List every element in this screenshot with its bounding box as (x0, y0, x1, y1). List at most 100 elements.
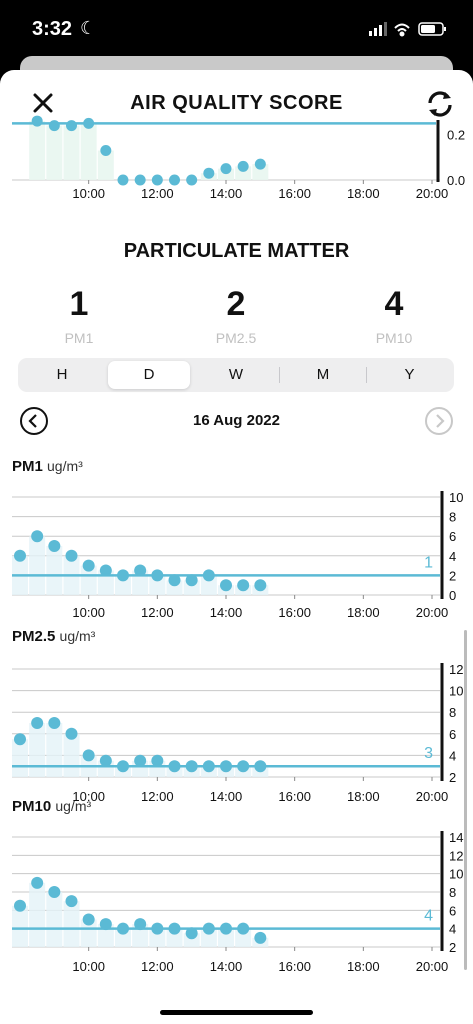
pm10-summary: 4 PM10 (334, 285, 454, 346)
data-bar (46, 546, 63, 595)
chart-title-name: PM2.5 (12, 628, 56, 645)
x-tick-label: 10:00 (72, 959, 105, 974)
data-point (254, 158, 266, 170)
data-point (220, 579, 232, 592)
y-tick-label: 0 (449, 588, 456, 603)
data-point (82, 559, 95, 572)
data-bar (63, 125, 80, 180)
pm1-chart-title: PM1 ug/m³ (12, 458, 83, 475)
x-tick-label: 18:00 (347, 605, 380, 620)
data-point (220, 163, 232, 175)
data-bar (46, 892, 63, 947)
y-tick-label: 10 (449, 684, 463, 699)
pm1-label: PM1 (64, 330, 94, 346)
x-tick-label: 16:00 (278, 605, 311, 620)
x-tick-label: 14:00 (210, 959, 243, 974)
data-point (186, 174, 198, 186)
next-day-button[interactable] (424, 406, 454, 436)
data-point (65, 549, 78, 562)
data-point (169, 174, 180, 186)
data-point (82, 913, 95, 926)
y-tick-label: 8 (449, 885, 456, 900)
y-tick-label: 6 (449, 727, 456, 742)
y-tick-label: 4 (449, 748, 456, 763)
data-point (48, 540, 61, 552)
air-quality-chart: 0.2 0.0 10:00 12:00 14:00 16:00 18:00 20:00 (12, 115, 465, 201)
moon-icon: ☾ (80, 18, 97, 38)
refresh-button[interactable] (424, 88, 456, 120)
data-point (203, 167, 215, 179)
data-bar (29, 121, 46, 180)
status-icons (369, 20, 449, 43)
pm10-value: 4 (384, 285, 404, 323)
refresh-icon (428, 91, 452, 117)
data-bar (29, 882, 46, 947)
tab-month[interactable]: M (280, 361, 366, 389)
y-tick-label: 10 (449, 867, 463, 882)
x-tick-label: 14:00 (210, 789, 243, 804)
data-bar (29, 723, 46, 777)
data-point (65, 895, 78, 908)
data-point (66, 120, 77, 132)
data-point (31, 876, 44, 889)
data-point (100, 145, 112, 157)
data-point (48, 120, 60, 132)
y-tick-label: 2 (449, 770, 456, 785)
x-tick-label: 10:00 (72, 605, 105, 620)
x-tick-label: 20:00 (416, 186, 449, 201)
modal-sheet: 0.2 0.0 10:00 12:00 14:00 16:00 18:00 20:00 AIR… (0, 70, 473, 1024)
data-bar (63, 733, 80, 777)
data-point (117, 174, 129, 186)
tab-week[interactable]: W (194, 361, 278, 389)
y-tick-label: 8 (449, 705, 456, 720)
wifi-icon (394, 23, 410, 37)
y-tick-label: 12 (449, 848, 463, 863)
x-tick-label: 20:00 (416, 789, 449, 804)
section-title: PARTICULATE MATTER (123, 240, 350, 262)
x-tick-label: 16:00 (278, 789, 311, 804)
x-tick-label: 18:00 (347, 186, 380, 201)
y-tick-label: 2 (449, 568, 456, 583)
x-tick-label: 10:00 (72, 186, 105, 201)
x-tick-label: 12:00 (141, 186, 174, 201)
pm25-chart-title: PM2.5 ug/m³ (12, 628, 95, 645)
y-tick-label: 0.0 (447, 173, 465, 188)
data-point (134, 174, 146, 186)
pm25-chart: 1210864210:00 12:00 14:00 16:00 18:00 20:003 (12, 662, 463, 804)
data-point (237, 160, 249, 172)
x-tick-label: 12:00 (141, 959, 174, 974)
x-tick-label: 18:00 (347, 959, 380, 974)
date-label: 16 Aug 2022 (193, 412, 280, 429)
data-bar (80, 123, 97, 180)
home-indicator (160, 1010, 313, 1015)
tab-year[interactable]: Y (367, 361, 452, 389)
page-title: AIR QUALITY SCORE (130, 92, 343, 114)
current-value-label: 1 (424, 554, 433, 571)
chart-title-unit: ug/m³ (47, 458, 83, 474)
y-tick-label: 6 (449, 903, 456, 918)
data-point (254, 931, 267, 944)
y-tick-label: 14 (449, 830, 463, 845)
current-value-label: 4 (424, 908, 433, 925)
x-tick-label: 16:00 (278, 959, 311, 974)
data-bar (46, 723, 63, 777)
scroll-indicator[interactable] (464, 630, 467, 970)
data-point (151, 174, 163, 186)
pm10-chart-title: PM10 ug/m³ (12, 798, 91, 815)
status-time: 3:32 (32, 18, 73, 40)
tab-day[interactable]: D (108, 361, 190, 389)
chart-title-name: PM10 (12, 798, 52, 815)
data-point (14, 899, 26, 912)
data-bar (12, 905, 28, 947)
pm25-summary: 2 PM2.5 (176, 285, 296, 346)
pm1-value: 1 (69, 285, 89, 323)
x-tick-label: 20:00 (416, 959, 449, 974)
current-value-label: 3 (424, 745, 433, 762)
chart-title-name: PM1 (12, 458, 43, 475)
tab-hour[interactable]: H (20, 361, 104, 389)
pm10-chart: 14 12 10 8 6 4 2 10:00 12:00 14:00 16:00 18:00 20:00… (12, 830, 463, 974)
y-tick-label: 2 (449, 940, 456, 955)
data-bar (63, 901, 80, 947)
range-segmented-control: H D W M Y (18, 358, 454, 392)
data-point (48, 717, 61, 729)
